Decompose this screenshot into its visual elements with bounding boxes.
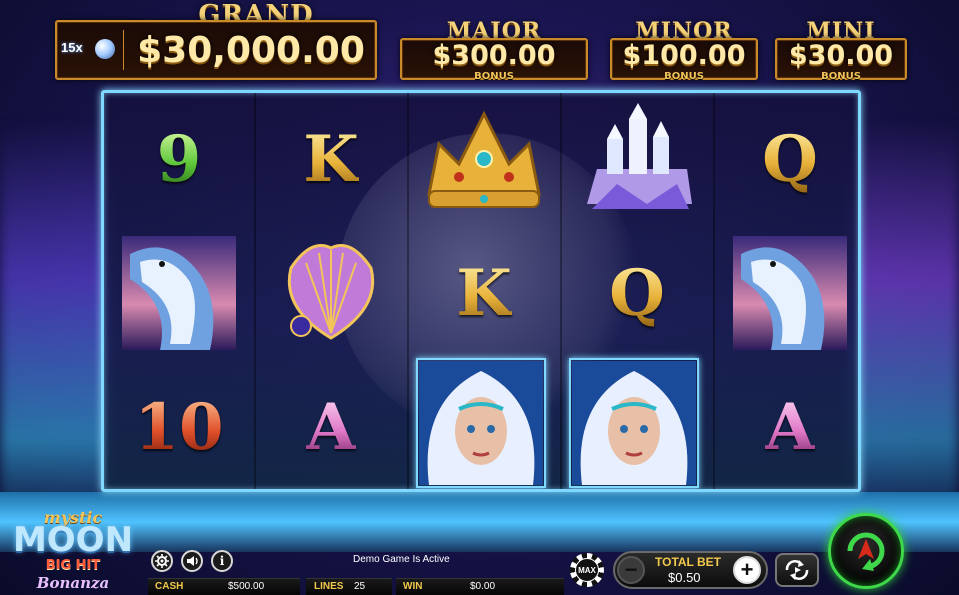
symbol-queen: Q <box>762 121 818 197</box>
moon-orb-icon <box>95 39 115 59</box>
seashell-icon <box>287 244 375 340</box>
moon-goddess-icon <box>419 361 543 485</box>
grand-jackpot: GRAND 15x $30,000.00 <box>55 0 377 82</box>
symbol-ace: A <box>306 389 356 465</box>
mini-value: $30.00 <box>788 40 894 71</box>
total-bet-label: TOTAL BET <box>655 555 721 569</box>
major-bonus-label: BONUS <box>474 71 514 82</box>
reel2-row3-symbol: A <box>256 361 406 489</box>
bet-decrease-button[interactable]: − <box>617 556 645 584</box>
cash-value: $500.00 <box>228 581 265 592</box>
minor-jackpot: MINOR $100.00 BONUS <box>610 18 758 82</box>
symbol-ace: A <box>765 389 815 465</box>
game-logo: mystic MOON BIG HIT Bonanza <box>8 500 138 595</box>
demo-status: Demo Game Is Active <box>353 554 450 565</box>
sound-button[interactable] <box>181 550 203 572</box>
lines-label: LINES <box>314 581 344 592</box>
crown-icon <box>427 110 541 208</box>
lines-value: 25 <box>354 581 366 592</box>
reel5-row2-symbol <box>715 227 858 359</box>
grand-divider <box>123 30 124 70</box>
autoplay-icon <box>785 560 809 580</box>
ice-castle-icon <box>587 103 692 209</box>
cash-label: CASH <box>155 581 184 592</box>
dolphin-icon <box>122 236 236 350</box>
aurora-left <box>0 120 110 520</box>
minor-bonus-label: BONUS <box>664 71 704 82</box>
reel4-row1-symbol <box>562 93 712 225</box>
win-value: $0.00 <box>470 581 496 592</box>
grand-multiplier: 15x <box>61 40 83 55</box>
settings-button[interactable] <box>151 550 173 572</box>
minor-value: $100.00 <box>622 40 746 71</box>
info-icon: i <box>219 554 225 568</box>
reel4-row3-symbol <box>569 358 699 488</box>
aurora-right <box>849 120 959 520</box>
symbol-queen: Q <box>609 255 665 331</box>
gear-icon <box>155 554 169 568</box>
mini-bonus-label: BONUS <box>821 71 861 82</box>
autoplay-button[interactable] <box>775 553 819 587</box>
reel1-row1-symbol: 9 <box>104 93 254 225</box>
logo-big-hit: BIG HIT <box>45 558 101 573</box>
total-bet-value: $0.50 <box>668 570 701 585</box>
symbol-king: K <box>303 121 359 197</box>
max-bet-button[interactable]: MAX <box>570 553 604 587</box>
grand-value: $30,000.00 <box>137 30 365 71</box>
water-background <box>0 492 959 552</box>
reel2-row2-symbol <box>256 227 406 359</box>
info-button[interactable]: i <box>211 550 233 572</box>
reel5-row3-symbol: A <box>715 361 858 489</box>
reel1-row2-symbol <box>104 227 254 359</box>
reel2-row1-symbol: K <box>256 93 406 225</box>
reel-area[interactable]: 9 10 K A K Q Q A <box>101 90 861 492</box>
speaker-icon <box>187 556 198 566</box>
major-jackpot: MAJOR $300.00 BONUS <box>400 18 588 82</box>
symbol-nine: 9 <box>156 121 202 197</box>
logo-moon: MOON <box>12 520 134 560</box>
reel4-row2-symbol: Q <box>562 227 712 359</box>
reel5-row1-symbol: Q <box>715 93 858 225</box>
max-bet-label: MAX <box>575 558 599 582</box>
symbol-king: K <box>456 255 512 331</box>
reel3-row3-symbol <box>416 358 546 488</box>
dolphin-icon <box>733 236 847 350</box>
logo-bonanza: Bonanza <box>36 574 110 592</box>
spin-arrow-icon <box>847 532 885 571</box>
reel1-row3-symbol: 10 <box>104 361 254 489</box>
mini-jackpot: MINI $30.00 BONUS <box>775 18 907 82</box>
major-value: $300.00 <box>432 40 556 71</box>
reel3-row1-symbol <box>409 93 559 225</box>
symbol-ten: 10 <box>134 389 224 465</box>
moon-goddess-icon <box>572 361 696 485</box>
win-label: WIN <box>403 581 423 592</box>
spin-button[interactable] <box>828 513 904 589</box>
bet-increase-button[interactable]: + <box>733 556 761 584</box>
reel3-row2-symbol: K <box>409 227 559 359</box>
